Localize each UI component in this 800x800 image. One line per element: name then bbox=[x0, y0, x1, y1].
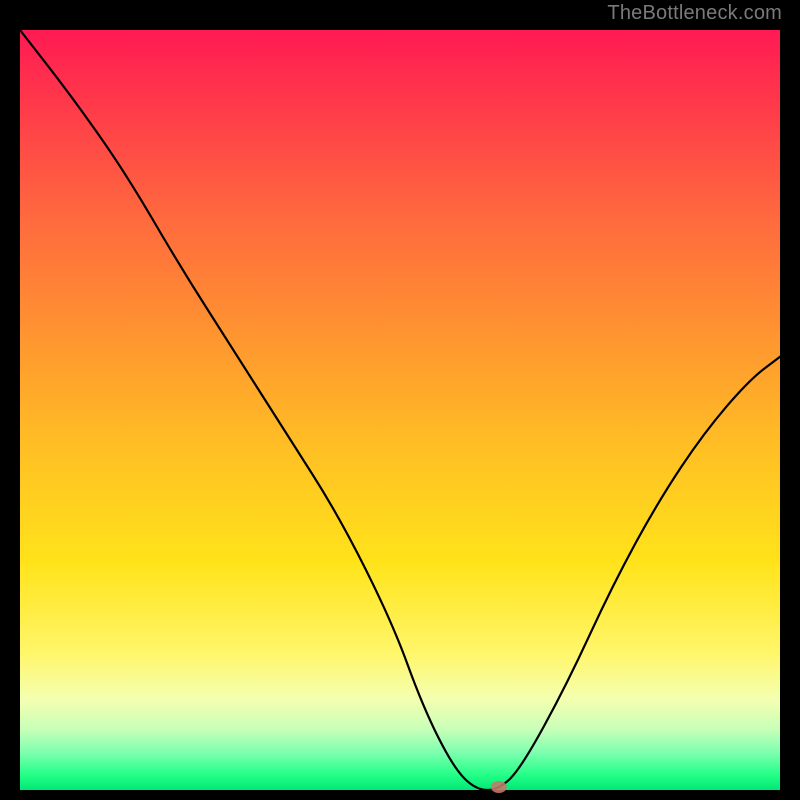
attribution-text: TheBottleneck.com bbox=[607, 2, 782, 25]
bottleneck-curve bbox=[20, 30, 780, 790]
chart-frame: TheBottleneck.com bbox=[0, 0, 800, 800]
plot-area bbox=[20, 30, 780, 790]
optimum-marker bbox=[491, 781, 507, 793]
chart-svg bbox=[20, 30, 780, 790]
